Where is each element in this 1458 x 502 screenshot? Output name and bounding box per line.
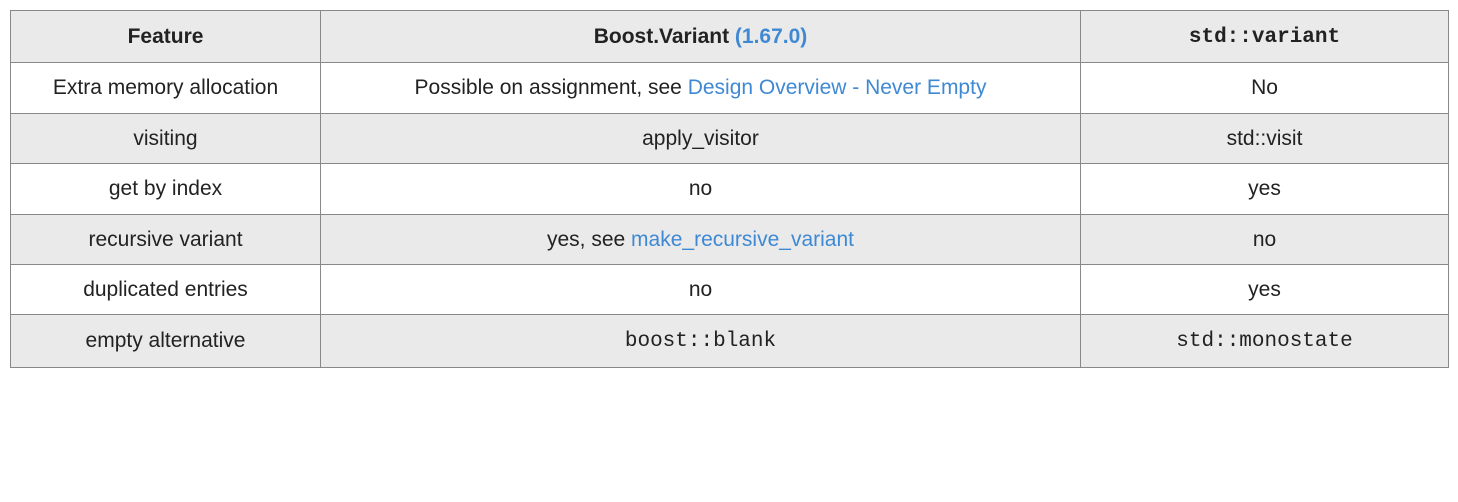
cell-boost-text: no [689,177,712,200]
cell-feature: visiting [11,113,321,163]
cell-boost-link[interactable]: make_recursive_variant [631,228,854,251]
table-row: empty alternative boost::blank std::monost… [11,315,1449,367]
table-header-row: Feature Boost.Variant (1.67.0) std::vari… [11,11,1449,63]
cell-boost-text: yes, see [547,228,631,251]
header-boost: Boost.Variant (1.67.0) [321,11,1081,63]
cell-std: No [1081,63,1449,113]
comparison-table: Feature Boost.Variant (1.67.0) std::vari… [10,10,1449,368]
cell-boost: no [321,264,1081,314]
table-row: duplicated entries no yes [11,264,1449,314]
cell-std-code: std::monostate [1176,330,1352,353]
cell-feature: get by index [11,164,321,214]
cell-std: std::visit [1081,113,1449,163]
table-row: Extra memory allocationPossible on assig… [11,63,1449,113]
cell-feature: recursive variant [11,214,321,264]
cell-boost-text: apply_visitor [642,127,759,150]
cell-boost: yes, see make_recursive_variant [321,214,1081,264]
cell-feature: empty alternative [11,315,321,367]
cell-std: no [1081,214,1449,264]
header-feature: Feature [11,11,321,63]
cell-std: yes [1081,164,1449,214]
cell-feature: Extra memory allocation [11,63,321,113]
cell-feature: duplicated entries [11,264,321,314]
cell-boost: Possible on assignment, see Design Overv… [321,63,1081,113]
table-body: Extra memory allocationPossible on assig… [11,63,1449,367]
cell-boost: apply_visitor [321,113,1081,163]
header-boost-text: Boost.Variant [594,25,735,48]
cell-boost: boost::blank [321,315,1081,367]
cell-boost-text: Possible on assignment, see [415,76,688,99]
table-row: get by index no yes [11,164,1449,214]
boost-version-link[interactable]: (1.67.0) [735,25,807,48]
cell-boost-text: no [689,278,712,301]
cell-std: yes [1081,264,1449,314]
table-row: visiting apply_visitor std::visit [11,113,1449,163]
cell-boost-code: boost::blank [625,330,776,353]
header-std: std::variant [1081,11,1449,63]
cell-boost-link[interactable]: Design Overview - Never Empty [688,76,987,99]
table-row: recursive variantyes, see make_recursive… [11,214,1449,264]
cell-boost: no [321,164,1081,214]
cell-std: std::monostate [1081,315,1449,367]
header-std-code: std::variant [1189,26,1340,49]
